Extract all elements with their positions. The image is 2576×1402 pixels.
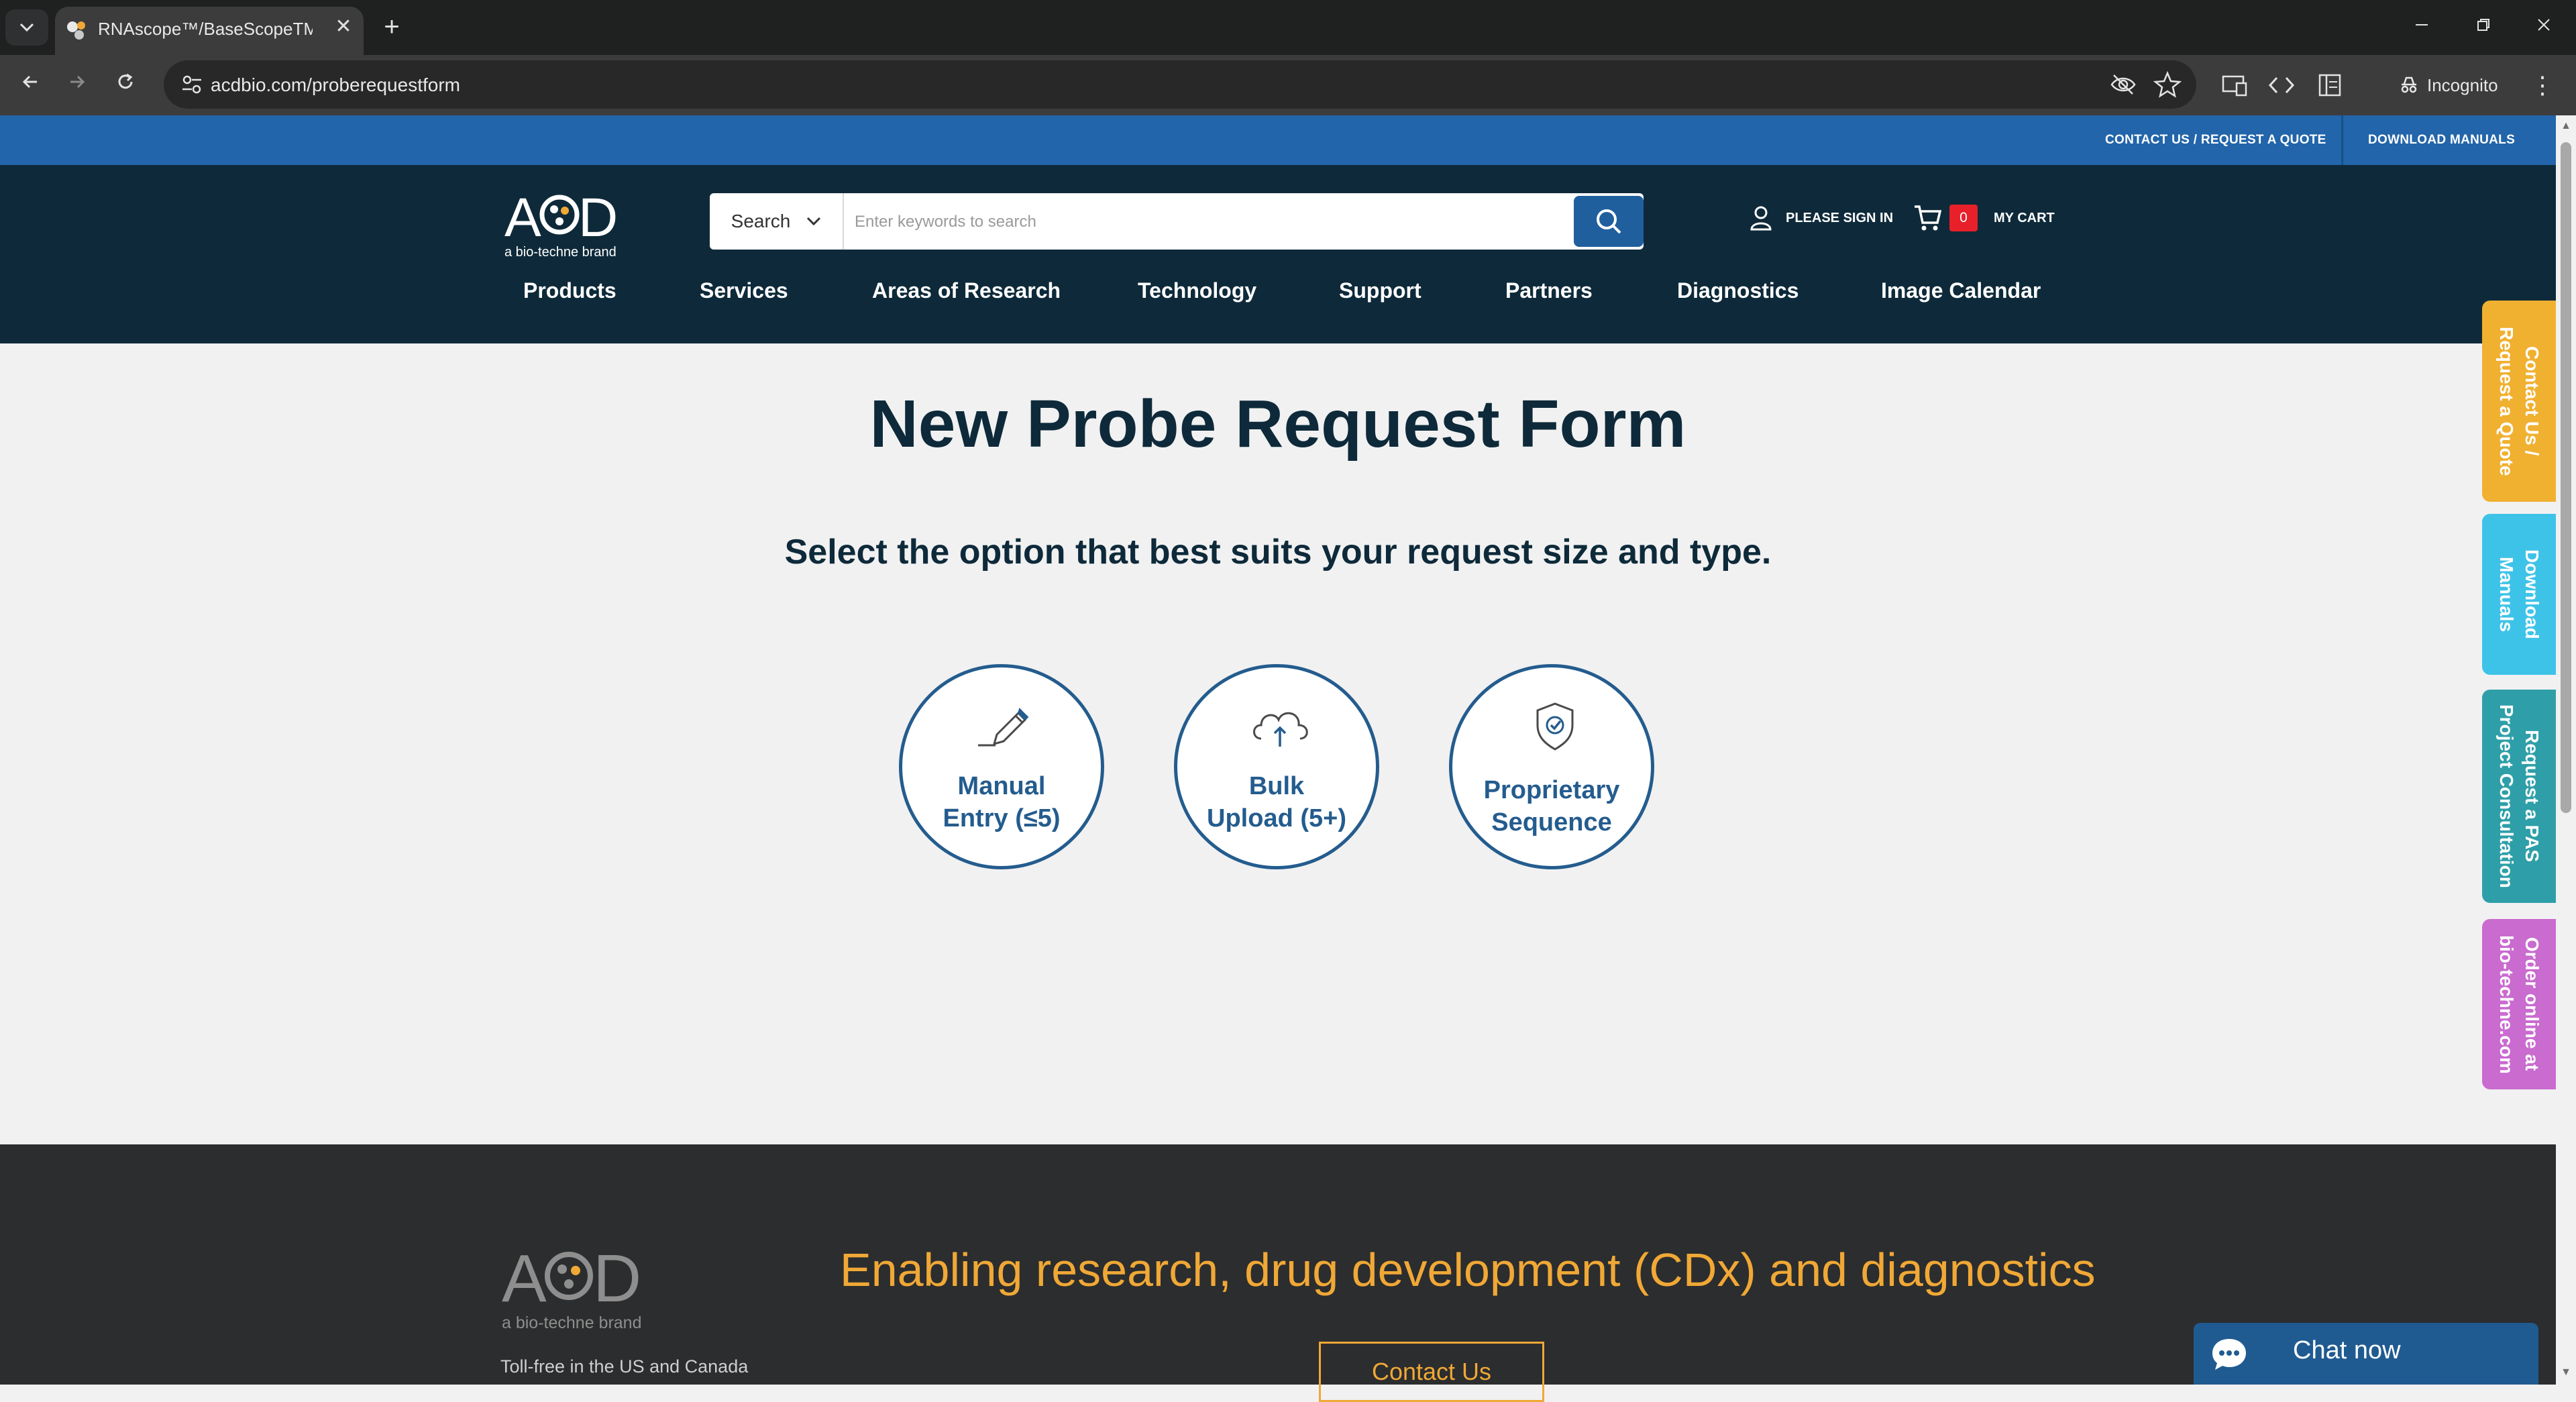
download-manuals-link[interactable]: DOWNLOAD MANUALS — [2368, 115, 2515, 165]
search-button[interactable] — [1574, 196, 1644, 247]
contact-quote-link[interactable]: CONTACT US / REQUEST A QUOTE — [2105, 115, 2326, 165]
page-scrollbar[interactable]: ▲ ▼ — [2556, 115, 2576, 1385]
nav-support[interactable]: Support — [1339, 274, 1421, 307]
side-tab-pas-label: Request a PAS Project Consultation — [2496, 704, 2542, 888]
side-tab-contact-label: Contact Us / Request a Quote — [2496, 326, 2542, 476]
browser-toolbar: acdbio.com/proberequestform Incognito ⋮ — [0, 55, 2576, 115]
cast-icon[interactable] — [2219, 70, 2250, 101]
url-text[interactable]: acdbio.com/proberequestform — [211, 74, 460, 97]
incognito-label: Incognito — [2427, 74, 2498, 95]
chat-widget[interactable]: Chat now — [2194, 1323, 2538, 1385]
svg-text:a bio-techne brand: a bio-techne brand — [502, 1313, 641, 1332]
footer-tagline: Enabling research, drug development (CDx… — [840, 1244, 2096, 1296]
shield-check-icon — [1536, 702, 1574, 751]
side-tab-order-label: Order online at bio-techne.com — [2496, 934, 2542, 1074]
main-content: New Probe Request Form Select the option… — [0, 343, 2556, 1144]
option-bulk-upload[interactable]: Bulk Upload (5+) — [1174, 664, 1379, 869]
option-proprietary-line1: Proprietary — [1483, 776, 1620, 804]
browser-menu-icon[interactable]: ⋮ — [2529, 70, 2556, 101]
footer-acd-logo: A D a bio-techne brand — [502, 1244, 641, 1332]
side-tab-contact-quote[interactable]: Contact Us / Request a Quote — [2482, 301, 2556, 502]
option-manual-entry[interactable]: Manual Entry (≤5) — [899, 664, 1104, 869]
reading-list-icon[interactable] — [2314, 70, 2345, 101]
reload-icon[interactable] — [109, 68, 142, 102]
minimize-icon[interactable] — [2402, 12, 2442, 42]
nav-services[interactable]: Services — [700, 274, 788, 307]
strip-divider — [2341, 115, 2343, 165]
scroll-up-icon[interactable]: ▲ — [2561, 121, 2571, 131]
svg-text:D: D — [593, 1244, 641, 1316]
option-bulk-line2: Upload (5+) — [1207, 804, 1346, 832]
chat-now-label: Chat now — [2293, 1336, 2401, 1364]
footer-contact-button[interactable]: Contact Us — [1319, 1342, 1544, 1402]
svg-text:A: A — [502, 1244, 547, 1316]
incognito-icon — [2401, 76, 2417, 93]
footer-toll-free: Toll-free in the US and Canada — [500, 1356, 749, 1377]
cart-count-badge: 0 — [1949, 205, 1978, 231]
chevron-down-icon — [807, 217, 821, 226]
nav-partners[interactable]: Partners — [1505, 274, 1593, 307]
tab-close-icon[interactable]: ✕ — [331, 15, 356, 39]
svg-text:A: A — [504, 189, 541, 248]
site-info-icon[interactable] — [180, 72, 204, 97]
nav-areas-of-research[interactable]: Areas of Research — [872, 274, 1061, 307]
nav-image-calendar[interactable]: Image Calendar — [1881, 274, 2041, 307]
search-bar: Search — [710, 193, 1644, 250]
chat-bubble-icon — [2212, 1339, 2246, 1370]
svg-text:a bio-techne brand: a bio-techne brand — [504, 245, 616, 260]
option-proprietary-line2: Sequence — [1491, 808, 1612, 837]
tab-search-button[interactable] — [5, 9, 48, 46]
search-category-label: Search — [731, 211, 791, 231]
option-manual-line1: Manual — [957, 772, 1046, 800]
side-tab-pas-consultation[interactable]: Request a PAS Project Consultation — [2482, 690, 2556, 903]
page-subtitle: Select the option that best suits your r… — [784, 533, 1772, 572]
search-icon — [1597, 209, 1621, 234]
scroll-down-icon[interactable]: ▼ — [2561, 1367, 2571, 1378]
cloud-upload-icon — [1253, 712, 1308, 747]
side-tab-download-manuals[interactable]: Download Manuals — [2482, 514, 2556, 675]
pencil-icon — [978, 708, 1029, 747]
eye-off-icon[interactable] — [2108, 69, 2139, 100]
option-proprietary-sequence[interactable]: Proprietary Sequence — [1449, 664, 1654, 869]
cart-label: MY CART — [1994, 210, 2055, 225]
side-tab-order-online[interactable]: Order online at bio-techne.com — [2482, 919, 2556, 1089]
back-icon[interactable] — [13, 68, 47, 102]
address-bar[interactable]: acdbio.com/proberequestform — [164, 60, 2196, 109]
nav-diagnostics[interactable]: Diagnostics — [1677, 274, 1799, 307]
browser-tab-bar: RNAscope™/BaseScopeTM/miR ✕ + — [0, 0, 2576, 55]
utility-strip: CONTACT US / REQUEST A QUOTE DOWNLOAD MA… — [0, 115, 2556, 165]
page-title: New Probe Request Form — [869, 386, 1686, 462]
site-header: A D a bio-techne brand Search PLEASE SIG… — [0, 165, 2556, 343]
option-manual-line2: Entry (≤5) — [943, 804, 1061, 832]
restore-icon[interactable] — [2463, 12, 2504, 42]
nav-products[interactable]: Products — [523, 274, 616, 307]
new-tab-button[interactable]: + — [377, 12, 407, 42]
forward-icon[interactable] — [60, 68, 94, 102]
search-input[interactable] — [853, 205, 1594, 239]
user-icon — [1750, 206, 1772, 231]
tab-title: RNAscope™/BaseScopeTM/miR — [98, 19, 313, 39]
sign-in-label: PLEASE SIGN IN — [1786, 210, 1894, 225]
sign-in-link[interactable]: PLEASE SIGN IN — [1750, 205, 1893, 231]
scroll-thumb[interactable] — [2561, 142, 2571, 813]
window-close-icon[interactable] — [2524, 12, 2564, 42]
chevron-down-icon — [19, 23, 34, 32]
bookmark-star-icon[interactable] — [2152, 69, 2183, 100]
search-category-select[interactable]: Search — [710, 193, 844, 250]
code-icon[interactable] — [2266, 70, 2297, 101]
incognito-chip[interactable]: Incognito — [2387, 63, 2501, 107]
cart-icon — [1915, 205, 1942, 231]
svg-text:D: D — [578, 189, 618, 248]
acd-logo[interactable]: A D a bio-techne brand — [504, 189, 622, 263]
site-footer: A D a bio-techne brand Enabling research… — [0, 1144, 2556, 1402]
acd-favicon-icon — [67, 21, 85, 40]
option-bulk-line1: Bulk — [1248, 772, 1305, 800]
nav-technology[interactable]: Technology — [1138, 274, 1256, 307]
cart-link[interactable]: 0 MY CART — [1913, 204, 2055, 232]
side-tab-manuals-label: Download Manuals — [2496, 549, 2542, 639]
